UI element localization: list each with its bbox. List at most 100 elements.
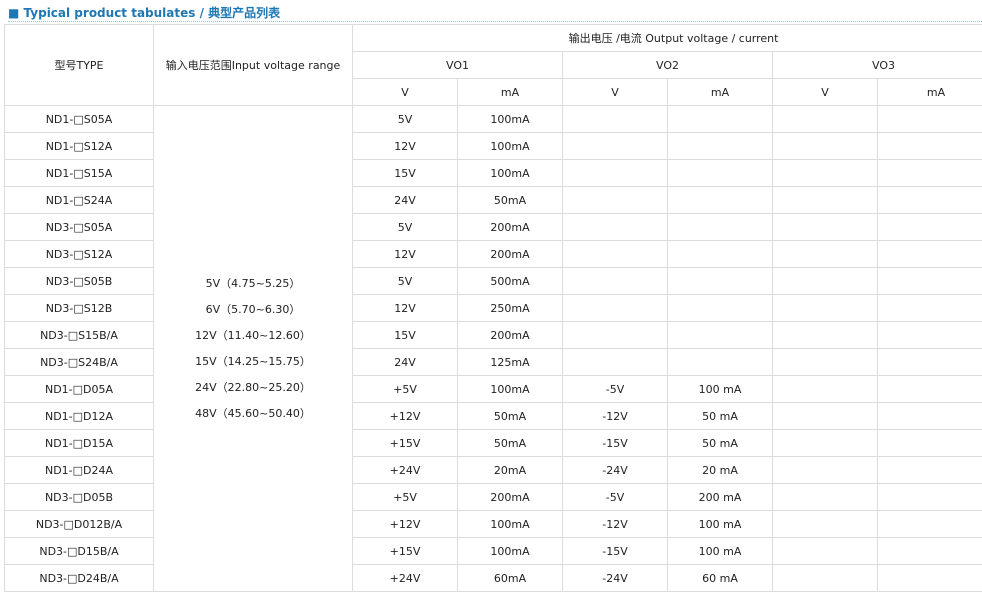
cell-vo3-v	[773, 376, 878, 403]
cell-vo2-v: -15V	[563, 430, 668, 457]
cell-vo1-v: +12V	[353, 403, 458, 430]
cell-type: ND3-□S12A	[5, 241, 154, 268]
table-row: ND3-□D012B/A+12V100mA-12V100 mA	[5, 511, 982, 538]
cell-vo2-ma	[668, 187, 773, 214]
header-vo3-v: V	[773, 79, 878, 106]
cell-vo3-v	[773, 430, 878, 457]
cell-vo2-v: -24V	[563, 457, 668, 484]
cell-vo1-v: +5V	[353, 376, 458, 403]
cell-vo1-v: 24V	[353, 187, 458, 214]
cell-vo3-ma	[878, 484, 982, 511]
cell-vo2-v: -24V	[563, 565, 668, 592]
cell-type: ND1-□S05A	[5, 106, 154, 133]
cell-vo2-ma	[668, 214, 773, 241]
input-range-item: 15V（14.25~15.75）	[154, 349, 352, 375]
cell-vo1-ma: 50mA	[458, 430, 563, 457]
header-vo2: VO2	[563, 52, 773, 79]
cell-vo1-ma: 100mA	[458, 376, 563, 403]
cell-type: ND3-□S05B	[5, 268, 154, 295]
header-vo1: VO1	[353, 52, 563, 79]
cell-vo2-ma: 200 mA	[668, 484, 773, 511]
table-row: ND3-□D05B+5V200mA-5V200 mA	[5, 484, 982, 511]
cell-vo1-v: +15V	[353, 538, 458, 565]
cell-vo3-ma	[878, 511, 982, 538]
section-title: ■ Typical product tabulates / 典型产品列表	[8, 4, 280, 21]
cell-vo3-v	[773, 214, 878, 241]
cell-vo1-ma: 100mA	[458, 160, 563, 187]
cell-vo1-v: 24V	[353, 349, 458, 376]
table-row: ND1-□D24A+24V20mA-24V20 mA	[5, 457, 982, 484]
cell-type: ND3-□S15B/A	[5, 322, 154, 349]
cell-type: ND1-□D12A	[5, 403, 154, 430]
cell-vo2-v: -15V	[563, 538, 668, 565]
cell-vo3-v	[773, 268, 878, 295]
header-vo3-ma: mA	[878, 79, 982, 106]
cell-vo1-v: 15V	[353, 322, 458, 349]
cell-vo1-ma: 50mA	[458, 403, 563, 430]
cell-vo3-v	[773, 241, 878, 268]
cell-vo3-ma	[878, 430, 982, 457]
section-header: ■ Typical product tabulates / 典型产品列表	[0, 0, 982, 24]
cell-vo1-v: 5V	[353, 214, 458, 241]
cell-vo1-v: 15V	[353, 160, 458, 187]
cell-input-voltage-ranges: 5V（4.75~5.25）6V（5.70~6.30）12V（11.40~12.6…	[154, 106, 353, 592]
cell-type: ND3-□D012B/A	[5, 511, 154, 538]
header-vo3: VO3	[773, 52, 982, 79]
table-row: ND3-□S12A 12V200mA	[5, 241, 982, 268]
cell-vo3-ma	[878, 268, 982, 295]
cell-vo1-ma: 100mA	[458, 511, 563, 538]
cell-vo1-ma: 500mA	[458, 268, 563, 295]
cell-type: ND1-□S24A	[5, 187, 154, 214]
table-row: ND3-□S05B5V500mA	[5, 268, 982, 295]
cell-vo3-ma	[878, 322, 982, 349]
cell-vo3-ma	[878, 457, 982, 484]
cell-vo3-v	[773, 457, 878, 484]
header-vo2-ma: mA	[668, 79, 773, 106]
cell-vo2-ma: 50 mA	[668, 430, 773, 457]
header-input-voltage: 输入电压范围Input voltage range	[154, 25, 353, 106]
cell-vo1-ma: 60mA	[458, 565, 563, 592]
cell-vo3-ma	[878, 565, 982, 592]
cell-vo3-v	[773, 187, 878, 214]
cell-vo2-ma	[668, 133, 773, 160]
cell-vo2-v	[563, 349, 668, 376]
cell-vo3-ma	[878, 214, 982, 241]
cell-vo2-v	[563, 295, 668, 322]
header-row-1: 型号TYPE 输入电压范围Input voltage range 输出电压 /电…	[5, 25, 982, 52]
cell-vo2-v	[563, 268, 668, 295]
table-row: ND3-□D15B/A+15V100mA-15V100 mA	[5, 538, 982, 565]
cell-vo1-ma: 200mA	[458, 214, 563, 241]
cell-vo1-ma: 200mA	[458, 322, 563, 349]
cell-vo1-v: 12V	[353, 241, 458, 268]
header-vo1-v: V	[353, 79, 458, 106]
cell-vo1-ma: 125mA	[458, 349, 563, 376]
product-table: 型号TYPE 输入电压范围Input voltage range 输出电压 /电…	[4, 24, 982, 592]
cell-vo1-v: +24V	[353, 457, 458, 484]
cell-type: ND3-□S05A	[5, 214, 154, 241]
header-type: 型号TYPE	[5, 25, 154, 106]
cell-vo1-ma: 50mA	[458, 187, 563, 214]
cell-vo2-v	[563, 160, 668, 187]
table-row: ND3-□S24B/A24V125mA	[5, 349, 982, 376]
input-range-item: 48V（45.60~50.40）	[154, 401, 352, 427]
table-row: ND3-□S15B/A 15V200mA	[5, 322, 982, 349]
cell-type: ND1-□D15A	[5, 430, 154, 457]
cell-vo1-ma: 250mA	[458, 295, 563, 322]
cell-vo1-v: +5V	[353, 484, 458, 511]
cell-type: ND3-□D24B/A	[5, 565, 154, 592]
cell-vo1-ma: 200mA	[458, 241, 563, 268]
cell-vo3-ma	[878, 403, 982, 430]
cell-vo2-ma	[668, 268, 773, 295]
cell-vo2-v: -5V	[563, 376, 668, 403]
header-vo1-ma: mA	[458, 79, 563, 106]
cell-vo2-v: -12V	[563, 403, 668, 430]
cell-vo3-v	[773, 133, 878, 160]
cell-vo1-ma: 100mA	[458, 133, 563, 160]
cell-type: ND1-□D24A	[5, 457, 154, 484]
cell-vo3-ma	[878, 106, 982, 133]
cell-vo2-v: -12V	[563, 511, 668, 538]
cell-vo3-v	[773, 106, 878, 133]
cell-vo3-v	[773, 403, 878, 430]
cell-vo3-v	[773, 538, 878, 565]
table-row: ND3-□S05A 5V200mA	[5, 214, 982, 241]
